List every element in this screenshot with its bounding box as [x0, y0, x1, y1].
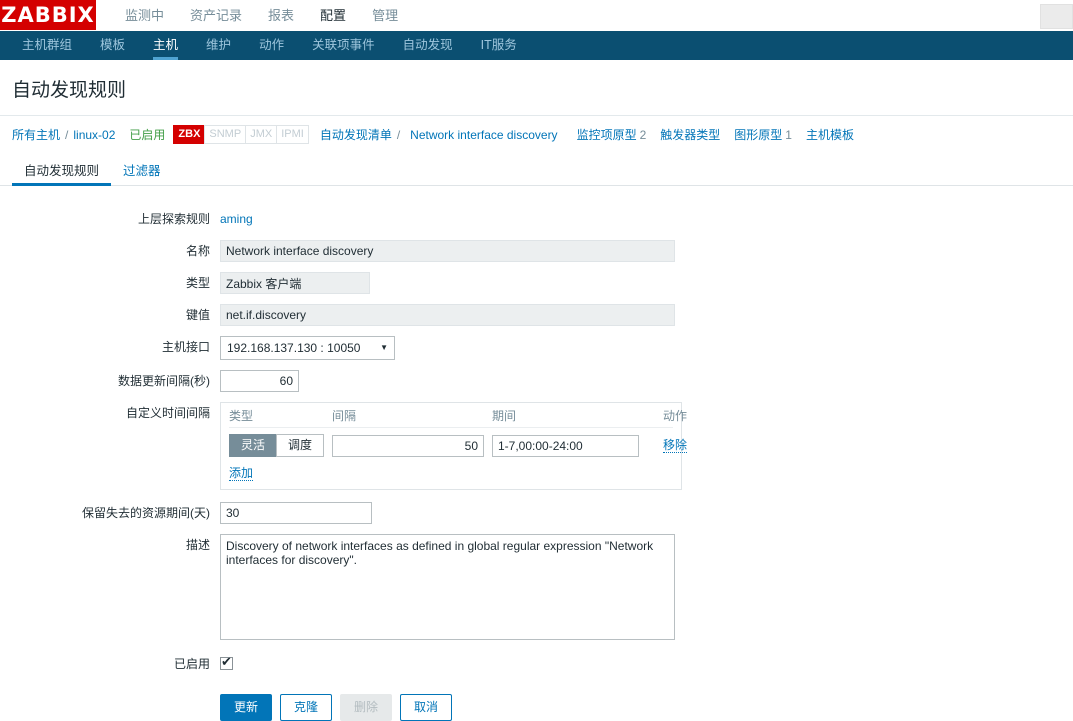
subnav-item-discovery[interactable]: 自动发现 [389, 31, 467, 60]
interval-type-scheduling-button[interactable]: 调度 [276, 434, 325, 457]
add-interval-link[interactable]: 添加 [229, 466, 254, 481]
breadcrumb-item-prototypes[interactable]: 监控项原型 [577, 126, 637, 143]
parent-discovery-rule-link[interactable]: aming [220, 212, 253, 226]
interval-period-input[interactable] [492, 434, 639, 457]
breadcrumb-separator-2: / [396, 127, 401, 142]
header-interval-action: 动作 [662, 409, 687, 423]
tab-discovery-rule[interactable]: 自动发现规则 [12, 153, 112, 186]
add-interval-wrap: 添加 [229, 457, 673, 481]
label-lifetime: 保留失去的资源期间(天) [82, 506, 210, 520]
breadcrumb-host-prototypes[interactable]: 主机模板 [806, 126, 854, 143]
label-description: 描述 [185, 538, 210, 552]
breadcrumb-discovery-list[interactable]: 自动发现清单 [320, 126, 392, 143]
subnav-item-correlation[interactable]: 关联项事件 [298, 31, 389, 60]
type-input[interactable] [220, 272, 370, 294]
breadcrumb-all-hosts[interactable]: 所有主机 [12, 126, 60, 143]
label-key: 键值 [185, 308, 210, 322]
graph-prototypes-count: 1 [785, 127, 792, 142]
header-interval-delay: 间隔 [332, 409, 357, 423]
header-interval-period: 期间 [492, 409, 517, 423]
badge-jmx[interactable]: JMX [245, 125, 278, 144]
form-row-enabled: 已启用 [0, 653, 1073, 675]
subnav-item-maintenance[interactable]: 维护 [192, 31, 245, 60]
interval-type-radio-group: 灵活 调度 [229, 434, 332, 457]
main-menu: 监测中 资产记录 报表 配置 管理 [96, 0, 411, 37]
breadcrumb-trigger-prototypes[interactable]: 触发器类型 [660, 126, 720, 143]
custom-intervals-header: 类型 间隔 期间 动作 [229, 407, 687, 428]
key-input[interactable] [220, 304, 675, 326]
main-menu-item-configuration[interactable]: 配置 [307, 0, 359, 37]
page-title-container: 自动发现规则 [0, 60, 1073, 116]
name-input[interactable] [220, 240, 675, 262]
host-interface-select[interactable]: 192.168.137.130 : 10050 ▼ [220, 336, 395, 360]
form-row-key: 键值 [0, 304, 1073, 326]
description-textarea[interactable]: Discovery of network interfaces as defin… [220, 534, 675, 640]
breadcrumb: 所有主机 / linux-02 已启用 ZBX SNMP JMX IPMI 自动… [0, 116, 1073, 153]
user-profile-button[interactable] [1040, 4, 1073, 29]
label-type: 类型 [185, 276, 210, 290]
cancel-button[interactable]: 取消 [400, 694, 453, 721]
badge-snmp[interactable]: SNMP [204, 125, 247, 144]
form-row-custom-intervals: 自定义时间间隔 类型 间隔 期间 动作 灵活 调度 50 1-7,00:00-2… [0, 402, 1073, 490]
main-menu-item-administration[interactable]: 管理 [359, 0, 411, 31]
interval-action-cell: 移除 [647, 438, 687, 453]
sub-navigation: 主机群组 模板 主机 维护 动作 关联项事件 自动发现 IT服务 [0, 31, 1073, 60]
main-menu-item-monitoring[interactable]: 监测中 [112, 0, 177, 31]
form-row-update-interval: 数据更新间隔(秒) [0, 370, 1073, 392]
label-custom-intervals: 自定义时间间隔 [125, 406, 210, 420]
label-name: 名称 [185, 244, 210, 258]
badge-zbx[interactable]: ZBX [173, 125, 206, 144]
custom-intervals-table: 类型 间隔 期间 动作 灵活 调度 50 1-7,00:00-24:00 移除 … [220, 402, 687, 490]
lifetime-input[interactable] [220, 502, 372, 524]
subnav-item-hosts[interactable]: 主机 [139, 31, 192, 60]
interval-period-cell [492, 434, 647, 457]
form-row-type: 类型 [0, 272, 1073, 294]
breadcrumb-host[interactable]: linux-02 [73, 128, 115, 142]
breadcrumb-current-rule: Network interface discovery [405, 125, 563, 144]
custom-interval-row: 灵活 调度 移除 [229, 428, 687, 457]
enabled-checkbox[interactable] [220, 654, 233, 670]
main-menu-item-inventory[interactable]: 资产记录 [177, 0, 255, 31]
form-row-name: 名称 [0, 240, 1073, 262]
host-interface-value: 192.168.137.130 : 10050 [227, 341, 361, 355]
subnav-item-templates[interactable]: 模板 [86, 31, 139, 60]
discovery-rule-form: 上层探索规则 aming 名称 类型 键值 主机接口 192.168.137.1… [0, 186, 1073, 721]
update-interval-input[interactable] [220, 370, 299, 392]
form-row-description: 描述 Discovery of network interfaces as de… [0, 534, 1073, 643]
label-parent-rule: 上层探索规则 [137, 212, 210, 226]
label-update-interval: 数据更新间隔(秒) [118, 374, 210, 388]
main-menu-item-reports[interactable]: 报表 [255, 0, 307, 31]
breadcrumb-graph-prototypes[interactable]: 图形原型 [734, 126, 782, 143]
chevron-down-icon: ▼ [380, 343, 388, 352]
subnav-item-host-groups[interactable]: 主机群组 [8, 31, 86, 60]
form-row-lifetime: 保留失去的资源期间(天) [0, 502, 1073, 524]
item-prototypes-count: 2 [639, 127, 647, 142]
interface-badge-group: ZBX SNMP JMX IPMI [173, 125, 309, 144]
form-row-host-interface: 主机接口 192.168.137.130 : 10050 ▼ [0, 336, 1073, 360]
delete-button: 删除 [340, 694, 393, 721]
tab-filters[interactable]: 过滤器 [111, 153, 173, 185]
badge-ipmi[interactable]: IPMI [276, 125, 309, 144]
tab-bar: 自动发现规则 过滤器 [0, 153, 1073, 186]
top-header: ZABBIX 监测中 资产记录 报表 配置 管理 [0, 0, 1073, 37]
host-status-badge[interactable]: 已启用 [129, 126, 165, 143]
subnav-item-it-services[interactable]: IT服务 [467, 31, 531, 60]
label-host-interface: 主机接口 [161, 340, 210, 354]
form-row-parent-rule: 上层探索规则 aming [0, 208, 1073, 230]
header-interval-type: 类型 [229, 409, 254, 423]
subnav-item-actions[interactable]: 动作 [245, 31, 298, 60]
update-button[interactable]: 更新 [220, 694, 273, 721]
page-title: 自动发现规则 [12, 80, 127, 101]
remove-interval-link[interactable]: 移除 [662, 438, 687, 453]
clone-button[interactable]: 克隆 [280, 694, 333, 721]
label-enabled: 已启用 [173, 657, 210, 671]
breadcrumb-separator-1: / [65, 127, 69, 142]
form-button-row: 更新 克隆 删除 取消 [220, 685, 1073, 721]
interval-delay-cell [332, 434, 492, 457]
form-row-buttons: 更新 克隆 删除 取消 [0, 685, 1073, 721]
interval-delay-input[interactable] [332, 434, 484, 457]
zabbix-logo[interactable]: ZABBIX [0, 0, 96, 30]
interval-type-flexible-button[interactable]: 灵活 [229, 434, 277, 457]
